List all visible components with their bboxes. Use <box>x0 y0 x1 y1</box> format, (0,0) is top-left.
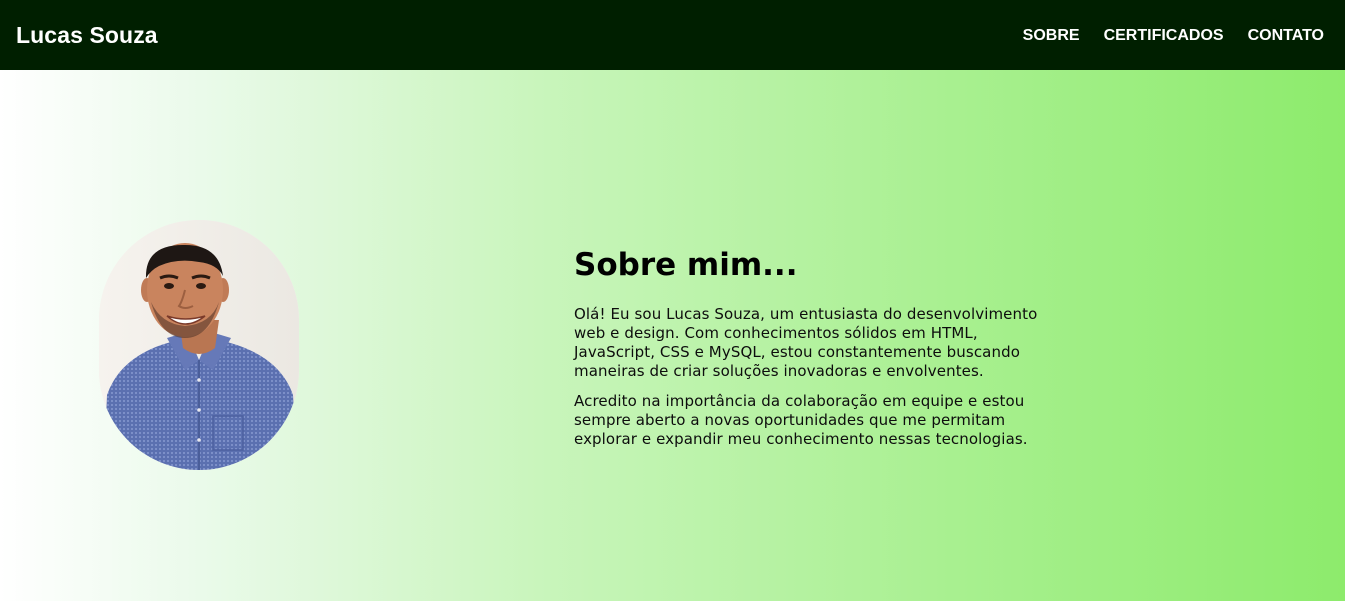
nav-menu: SOBRE CERTIFICADOS CONTATO <box>1023 25 1324 45</box>
about-section: Sobre mim... Olá! Eu sou Lucas Souza, um… <box>0 70 1345 601</box>
nav-link-certificados[interactable]: CERTIFICADOS <box>1104 27 1224 45</box>
profile-photo <box>99 220 299 470</box>
about-title: Sobre mim... <box>574 247 798 283</box>
brand-name[interactable]: Lucas Souza <box>16 22 158 49</box>
about-content: Sobre mim... Olá! Eu sou Lucas Souza, um… <box>574 245 1054 460</box>
profile-portrait-illustration <box>99 220 299 470</box>
top-navbar: Lucas Souza SOBRE CERTIFICADOS CONTATO <box>0 0 1345 70</box>
nav-link-sobre[interactable]: SOBRE <box>1023 27 1080 45</box>
nav-link-contato[interactable]: CONTATO <box>1248 27 1324 45</box>
about-paragraph-2: Acredito na importância da colaboração e… <box>574 392 1028 448</box>
about-paragraph-1: Olá! Eu sou Lucas Souza, um entusiasta d… <box>574 305 1038 380</box>
